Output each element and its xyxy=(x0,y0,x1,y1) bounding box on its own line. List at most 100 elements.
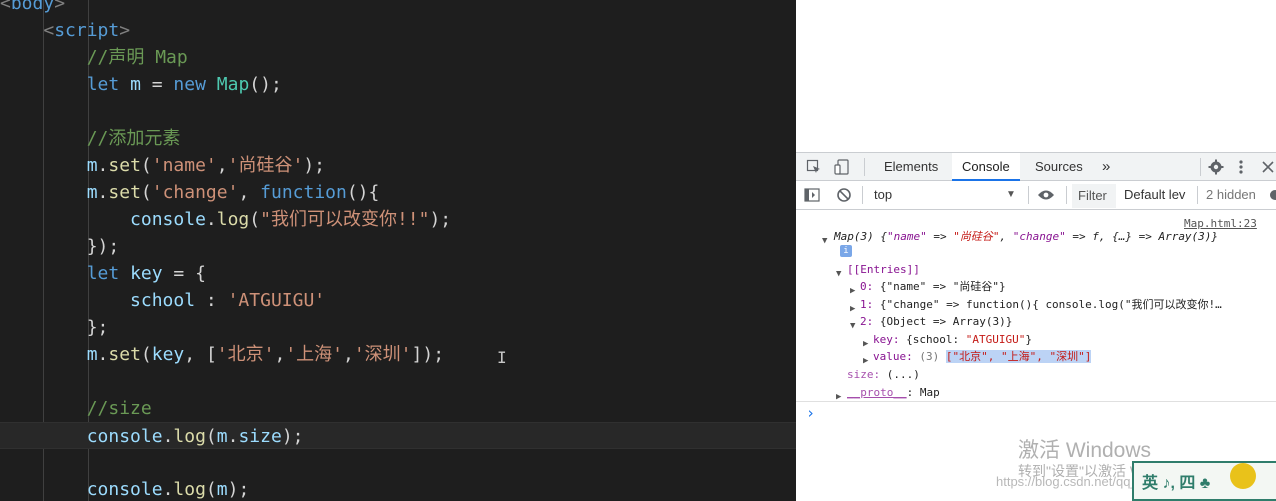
tab-elements[interactable]: Elements xyxy=(884,153,938,181)
code-line[interactable]: m.set('change', function(){ xyxy=(0,179,796,206)
tab-sources[interactable]: Sources xyxy=(1035,153,1083,181)
code-line[interactable]: }); xyxy=(0,233,796,260)
clear-console-icon[interactable] xyxy=(836,181,852,209)
entry-key[interactable]: key: {school: "ATGUIGU"} xyxy=(873,332,1032,348)
settings-gear-icon[interactable] xyxy=(1208,153,1224,181)
log-levels-dropdown[interactable]: Default lev xyxy=(1124,181,1185,209)
code-line[interactable]: <body> xyxy=(0,0,796,17)
context-select[interactable]: top xyxy=(874,181,892,209)
code-line[interactable]: console.log(m.size); xyxy=(0,422,796,449)
collapse-triangle-icon[interactable]: ▼ xyxy=(836,266,841,282)
code-token: log xyxy=(173,479,206,500)
map-prefix: Map(3) { xyxy=(834,230,887,243)
proto-row[interactable]: __proto__: Map xyxy=(847,385,940,401)
map-value: "尚硅谷" xyxy=(953,230,1000,243)
code-line[interactable]: }; xyxy=(0,314,796,341)
code-token: '北京' xyxy=(216,344,275,365)
map-arrow: => xyxy=(1065,230,1093,243)
proto-value: : Map xyxy=(906,386,940,399)
map-arrow: => xyxy=(926,230,954,243)
code-token: console xyxy=(86,426,163,447)
code-token: Map xyxy=(216,74,250,95)
separator xyxy=(1066,186,1067,204)
entry-1[interactable]: 1: {"change" => function(){ console.log(… xyxy=(860,297,1222,313)
code-line[interactable]: console.log("我们可以改变你!!"); xyxy=(0,206,796,233)
tab-console[interactable]: Console xyxy=(952,153,1020,181)
text-cursor-icon: I xyxy=(497,348,507,367)
code-token: set xyxy=(108,344,141,365)
code-token: > xyxy=(119,20,131,41)
inspect-element-icon[interactable] xyxy=(806,153,824,181)
entry-value[interactable]: value: (3) ["北京", "上海", "深圳"] xyxy=(873,349,1092,365)
code-token: ( xyxy=(140,182,152,203)
map-value: f xyxy=(1092,230,1099,243)
code-token: key xyxy=(151,344,185,365)
code-editor[interactable]: <body> <script> //声明 Map let m = new Map… xyxy=(0,0,796,501)
entry-0[interactable]: 0: {"name" => "尚硅谷"} xyxy=(860,279,1006,295)
chevron-down-icon[interactable]: ▼ xyxy=(1006,181,1016,209)
close-icon[interactable] xyxy=(1262,153,1274,181)
expand-triangle-icon[interactable]: ▶ xyxy=(863,336,868,352)
entry-2[interactable]: 2: {Object => Array(3)} xyxy=(860,314,1012,330)
expand-triangle-icon[interactable]: ▶ xyxy=(850,301,855,317)
code-line[interactable]: //size xyxy=(0,395,796,422)
code-token: key xyxy=(130,263,163,284)
expand-triangle-icon[interactable]: ▶ xyxy=(850,283,855,299)
hidden-count: 2 hidden xyxy=(1206,187,1256,202)
code-line[interactable] xyxy=(0,368,796,395)
windows-activation-watermark: 激活 Windows xyxy=(1018,439,1152,462)
console-settings-gear-icon[interactable] xyxy=(1268,181,1276,209)
code-token: , xyxy=(238,182,261,203)
page-viewport xyxy=(796,0,1276,152)
collapse-triangle-icon[interactable]: ▼ xyxy=(822,233,827,249)
code-token: m xyxy=(216,479,228,500)
separator xyxy=(862,186,863,204)
code-line[interactable]: m.set(key, ['北京','上海','深圳']); xyxy=(0,341,796,368)
filter-input[interactable]: Filter xyxy=(1072,184,1116,208)
collapse-triangle-icon[interactable]: ▼ xyxy=(850,318,855,334)
more-tabs-button[interactable]: » xyxy=(1102,153,1110,181)
expand-triangle-icon[interactable]: ▶ xyxy=(836,389,841,405)
code-line[interactable]: let key = { xyxy=(0,260,796,287)
code-line[interactable]: //添加元素 xyxy=(0,125,796,152)
kebab-menu-icon[interactable] xyxy=(1238,153,1244,181)
code-line[interactable]: //声明 Map xyxy=(0,44,796,71)
code-line[interactable]: let m = new Map(); xyxy=(0,71,796,98)
separator xyxy=(1200,158,1201,176)
map-summary[interactable]: Map(3) {"name" => "尚硅谷", "change" => f, … xyxy=(834,229,1218,245)
code-token: body xyxy=(10,0,55,14)
code-token: ); xyxy=(303,155,325,176)
console-prompt[interactable]: › xyxy=(806,405,815,421)
code-line[interactable] xyxy=(0,449,796,476)
sidebar-toggle-icon[interactable] xyxy=(804,181,820,209)
code-token: function xyxy=(260,182,347,203)
code-line[interactable] xyxy=(0,98,796,125)
key-close: } xyxy=(1025,333,1032,346)
size-row[interactable]: size: (...) xyxy=(847,367,920,383)
code-line[interactable]: m.set('name','尚硅谷'); xyxy=(0,152,796,179)
map-rest: , {…} => Array(3)} xyxy=(1098,230,1219,243)
eye-icon[interactable] xyxy=(1037,181,1055,209)
entry-content: {Object => Array(3)} xyxy=(879,315,1013,328)
ime-toolbar[interactable]: 英 ♪, 四 ♣ xyxy=(1132,461,1276,501)
code-line[interactable]: school : 'ATGUIGU' xyxy=(0,287,796,314)
code-line[interactable]: console.log(m); xyxy=(0,476,796,501)
key-label: key: xyxy=(873,333,907,346)
entries-label[interactable]: [[Entries]] xyxy=(847,262,920,278)
code-token: . xyxy=(227,426,239,447)
info-icon[interactable]: i xyxy=(840,245,852,257)
code-token: //添加元素 xyxy=(86,128,181,149)
device-toolbar-icon[interactable] xyxy=(834,153,852,181)
code-token: . xyxy=(162,479,174,500)
entry-index: 1: xyxy=(860,298,880,311)
code-token: }); xyxy=(86,236,120,257)
code-token: ); xyxy=(227,479,250,500)
code-line[interactable]: <script> xyxy=(0,17,796,44)
